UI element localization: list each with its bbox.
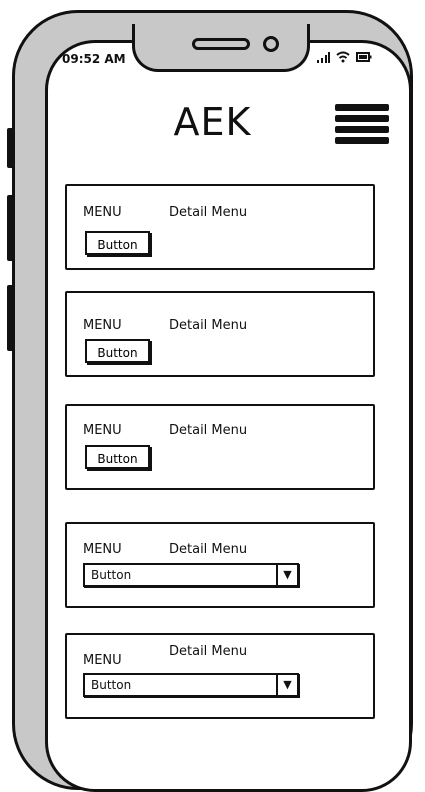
chevron-down-icon[interactable]: ▼ <box>276 675 297 695</box>
battery-icon <box>355 51 372 62</box>
detail-menu-label: Detail Menu <box>169 644 248 659</box>
card-dropdown[interactable]: Button ▼ <box>83 673 299 697</box>
menu-label: MENU <box>83 205 122 220</box>
dropdown-value: Button <box>91 678 132 692</box>
wifi-icon <box>336 51 350 62</box>
side-button <box>7 285 14 351</box>
phone-notch <box>132 24 310 72</box>
status-time: 09:52 AM <box>62 52 126 66</box>
card-button[interactable]: Button <box>85 339 150 363</box>
menu-label: MENU <box>83 653 122 668</box>
menu-card-5: MENU Detail Menu Button ▼ <box>65 633 375 719</box>
hamburger-menu-icon[interactable] <box>335 104 389 144</box>
menu-label: MENU <box>83 542 122 557</box>
card-button[interactable]: Button <box>85 445 150 469</box>
menu-label: MENU <box>83 423 122 438</box>
card-button[interactable]: Button <box>85 231 150 255</box>
camera-icon <box>263 36 279 52</box>
menu-card-2: MENU Detail Menu Button <box>65 291 375 377</box>
menu-card-1: MENU Detail Menu Button <box>65 184 375 270</box>
dropdown-value: Button <box>91 568 132 582</box>
detail-menu-label: Detail Menu <box>169 542 248 557</box>
card-dropdown[interactable]: Button ▼ <box>83 563 299 587</box>
menu-card-4: MENU Detail Menu Button ▼ <box>65 522 375 608</box>
menu-card-3: MENU Detail Menu Button <box>65 404 375 490</box>
signal-bars-icon <box>317 51 330 63</box>
speaker-icon <box>192 38 250 50</box>
chevron-down-icon[interactable]: ▼ <box>276 565 297 585</box>
menu-label: MENU <box>83 318 122 333</box>
detail-menu-label: Detail Menu <box>169 205 248 220</box>
detail-menu-label: Detail Menu <box>169 318 248 333</box>
detail-menu-label: Detail Menu <box>169 423 248 438</box>
side-button <box>7 195 14 261</box>
status-icons <box>316 49 372 63</box>
